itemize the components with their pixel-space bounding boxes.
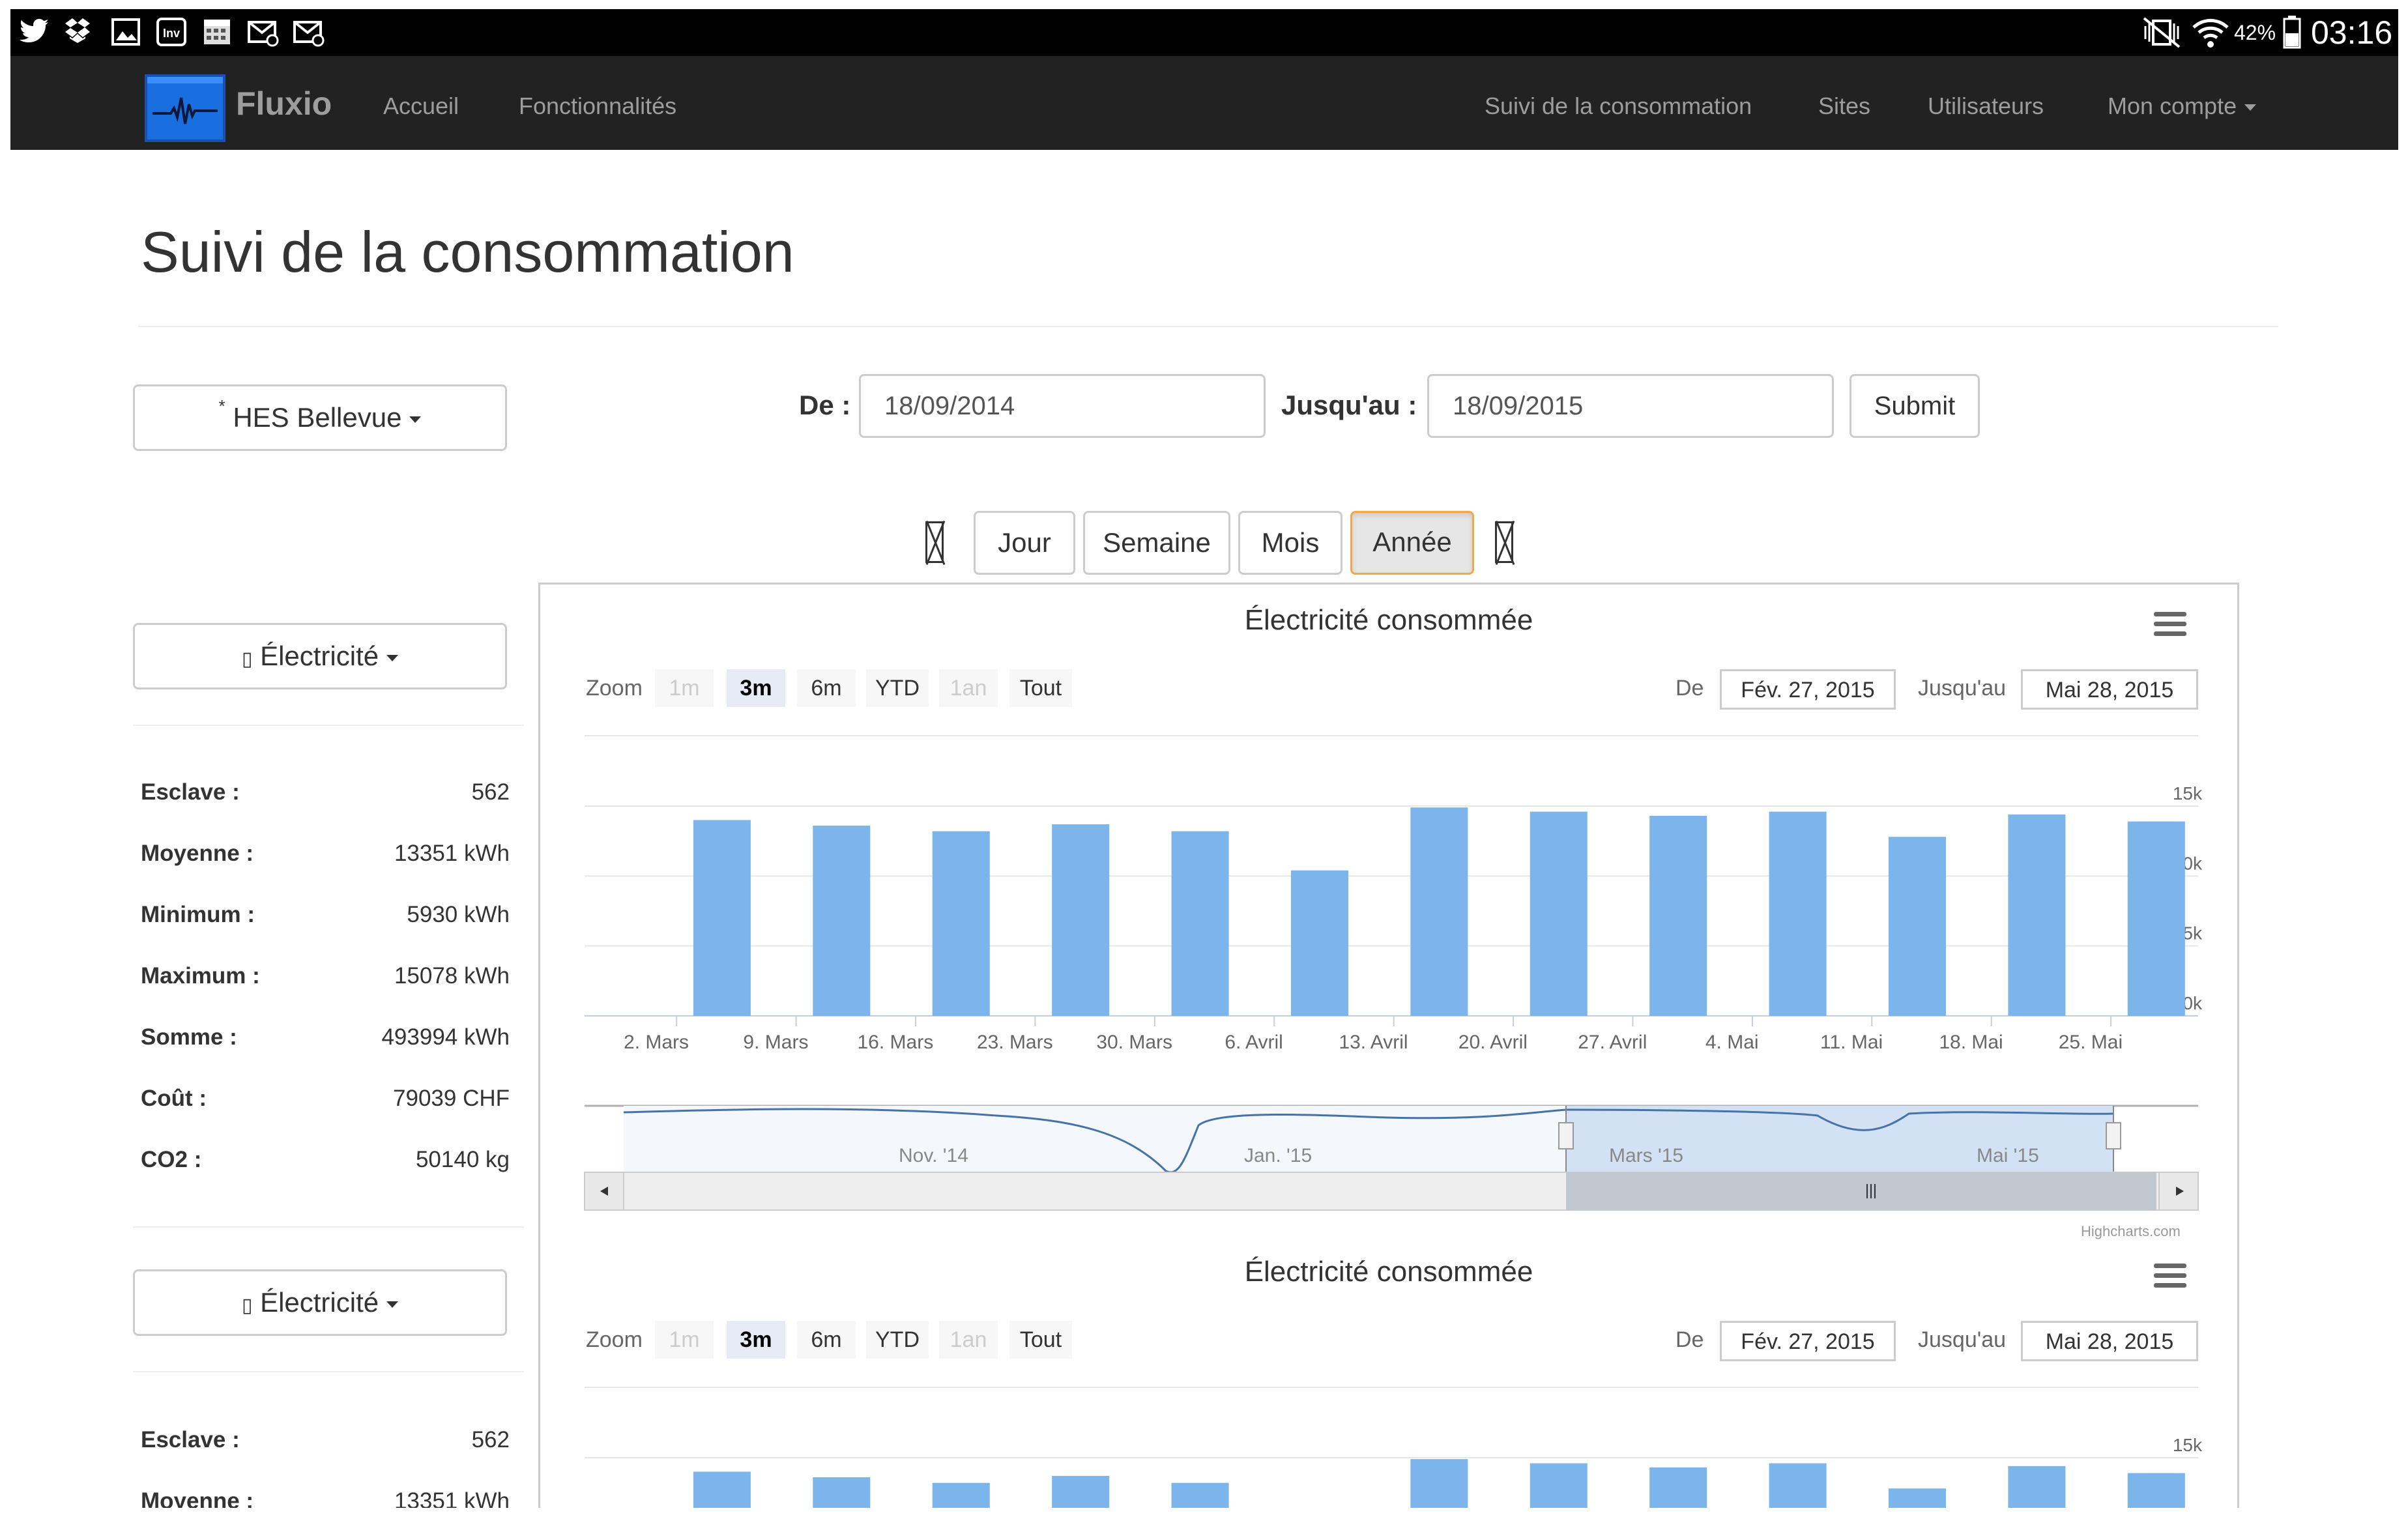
- navigator-label: Mars '15: [1609, 1145, 1683, 1166]
- next-period-icon[interactable]: [1495, 521, 1513, 563]
- navigator-label: Mai '15: [1977, 1145, 2039, 1166]
- battery-icon: [2282, 9, 2302, 56]
- x-tick-label: 9. Mars: [743, 1032, 808, 1053]
- period-semaine-button[interactable]: Semaine: [1083, 511, 1230, 575]
- navigator-label: Jan. '15: [1244, 1145, 1312, 1166]
- to-date-input[interactable]: [1427, 374, 1834, 438]
- bar: [1052, 1475, 1110, 1508]
- x-tick-label: 30. Mars: [1096, 1032, 1172, 1053]
- clock: 03:16: [2311, 14, 2393, 51]
- stats-list-2: Esclave : 562 Moyenne : 13351 kWh: [10, 9, 519, 1508]
- from-label: De :: [799, 390, 851, 420]
- tablet-screen: Inv 42% 03:16 Fluxio Accueil Fonctionnal…: [10, 9, 2398, 1508]
- bar: [1171, 1482, 1229, 1508]
- y-tick-label: 5k: [2183, 923, 2203, 944]
- bar: [1649, 816, 1707, 1016]
- bar: [1290, 870, 1348, 1016]
- bar: [1530, 811, 1588, 1016]
- bar: [813, 1477, 871, 1508]
- x-tick-label: 20. Avril: [1458, 1032, 1528, 1053]
- period-mois-button[interactable]: Mois: [1238, 511, 1342, 575]
- bar: [1410, 807, 1468, 1016]
- chevron-down-icon: [2244, 104, 2257, 111]
- stat-label: Moyenne :: [141, 1488, 254, 1508]
- y-tick-label: 15k: [2173, 783, 2203, 803]
- prev-period-icon[interactable]: [925, 521, 944, 563]
- x-tick-label: 4. Mai: [1705, 1032, 1759, 1053]
- bar: [1888, 837, 1947, 1016]
- bar: [1769, 1463, 1827, 1508]
- x-tick-label: 16. Mars: [857, 1032, 933, 1053]
- bar: [1171, 831, 1229, 1016]
- bar: [2127, 1473, 2185, 1508]
- x-tick-label: 23. Mars: [977, 1032, 1053, 1053]
- navigator-label: Nov. '14: [899, 1145, 968, 1166]
- bar: [693, 1471, 751, 1508]
- bar: [932, 831, 990, 1016]
- chart-panel: Électricité consommée Zoom 1m 3m 6m YTD …: [538, 583, 2239, 1508]
- to-label: Jusqu'au :: [1281, 390, 1417, 420]
- x-tick-label: 27. Avril: [1578, 1032, 1647, 1053]
- submit-button[interactable]: Submit: [1850, 374, 1980, 438]
- nav-suivi-consommation[interactable]: Suivi de la consommation: [1485, 93, 1752, 120]
- scrollbar-thumb: [1566, 1172, 2156, 1210]
- bar: [813, 826, 871, 1016]
- nav-sites[interactable]: Sites: [1818, 93, 1870, 120]
- bar: [1649, 1467, 1707, 1508]
- x-tick-label: 18. Mai: [1939, 1032, 2003, 1053]
- wifi-icon: [2191, 9, 2230, 56]
- vibrate-mute-icon: [2139, 9, 2184, 56]
- x-tick-label: 2. Mars: [624, 1032, 689, 1053]
- stat-value: 562: [471, 1427, 510, 1452]
- bar: [932, 1482, 990, 1508]
- stat-label: Esclave :: [141, 1427, 240, 1452]
- navigator-right-handle: [2106, 1122, 2121, 1149]
- mon-compte-label: Mon compte: [2108, 93, 2237, 119]
- bar: [1052, 824, 1110, 1016]
- from-date-input[interactable]: [859, 374, 1266, 438]
- nav-utilisateurs[interactable]: Utilisateurs: [1928, 93, 2044, 120]
- y-tick-label: 15k: [2173, 1435, 2203, 1455]
- bar: [2008, 814, 2066, 1016]
- bar: [2008, 1466, 2066, 1508]
- bar: [1530, 1463, 1588, 1508]
- y-tick-label: 0k: [2183, 993, 2203, 1013]
- x-tick-label: 6. Avril: [1225, 1032, 1283, 1053]
- bar: [1410, 1459, 1468, 1508]
- nav-mon-compte[interactable]: Mon compte: [2108, 93, 2257, 120]
- x-tick-label: 13. Avril: [1339, 1032, 1408, 1053]
- stat-value: 13351 kWh: [394, 1488, 510, 1508]
- x-tick-label: 11. Mai: [1820, 1032, 1883, 1053]
- bar: [2127, 821, 2185, 1016]
- navigator-left-handle: [1558, 1122, 1574, 1149]
- bar: [1769, 811, 1827, 1016]
- nav-fonctionnalites[interactable]: Fonctionnalités: [519, 93, 676, 120]
- period-jour-button[interactable]: Jour: [974, 511, 1075, 575]
- bar-chart-1: 0k5k10k15k2. Mars 9. Mars 16. Mars 23. Mars…: [584, 735, 2203, 1211]
- x-tick-label: 25. Mai: [2059, 1032, 2123, 1053]
- bar-chart-2: 15k: [585, 1387, 2203, 1508]
- bar: [1888, 1488, 1947, 1508]
- bar: [693, 820, 751, 1016]
- period-annee-button[interactable]: Année: [1350, 511, 1474, 575]
- battery-percent: 42%: [2234, 21, 2276, 44]
